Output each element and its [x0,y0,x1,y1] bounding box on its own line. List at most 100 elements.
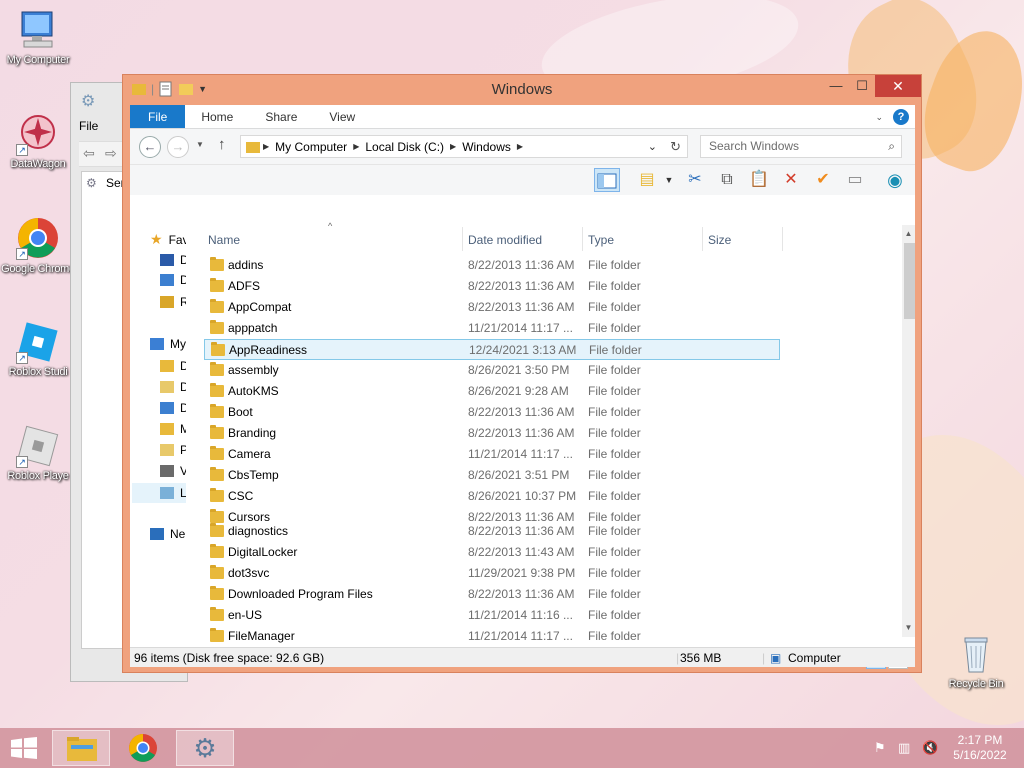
action-center-flag-icon[interactable]: ⚑ [874,740,886,756]
chevron-right-icon[interactable]: ▶ [448,142,458,151]
file-row[interactable]: ADFS 8/22/2013 11:36 AM File folder [204,276,780,297]
file-row[interactable]: assembly 8/26/2021 3:50 PM File folder [204,360,780,381]
delete-icon[interactable]: ✕ [778,168,804,192]
column-divider[interactable] [462,227,463,251]
nav-desktop[interactable]: D [160,253,186,267]
chevron-down-icon[interactable]: ▼ [656,168,682,192]
file-row[interactable]: CSC 8/26/2021 10:37 PM File folder [204,486,780,507]
nav-videos[interactable]: V [160,464,186,478]
start-button[interactable] [10,737,38,759]
nav-downloads[interactable]: D [160,273,186,287]
search-input[interactable]: Search Windows ⌕ [700,135,902,158]
up-arrow-icon[interactable]: ↑ [218,136,226,153]
nav-downloads-2[interactable]: D [160,401,186,415]
nav-my-computer[interactable]: My [150,337,186,351]
chevron-right-icon[interactable]: ▶ [351,142,361,151]
breadcrumb-windows[interactable]: Windows [458,140,515,154]
file-row[interactable]: addins 8/22/2013 11:36 AM File folder [204,255,780,276]
rename-icon[interactable]: ▭ [842,168,868,192]
title-bar[interactable]: | ▼ Windows — ☐ ✕ [123,75,921,105]
file-row[interactable]: dot3svc 11/29/2021 9:38 PM File folder [204,563,780,584]
desktop-icon-my-computer[interactable]: My Computer [0,8,76,66]
file-row[interactable]: apppatch 11/21/2014 11:17 ... File folder [204,318,780,339]
nav-documents[interactable]: D [160,380,186,394]
nav-favorites[interactable]: ★ Fav [150,231,186,248]
file-type: File folder [588,279,641,293]
column-header-type[interactable]: Type [588,233,614,247]
desktop-icon-recycle-bin[interactable]: Recycle Bin [938,632,1014,690]
recent-locations-icon[interactable]: ▼ [196,140,204,149]
file-row[interactable]: AppCompat 8/22/2013 11:36 AM File folder [204,297,780,318]
file-row[interactable]: AutoKMS 8/26/2021 9:28 AM File folder [204,381,780,402]
close-button[interactable]: ✕ [875,75,921,97]
tab-view[interactable]: View [313,105,371,128]
file-row[interactable]: Boot 8/22/2013 11:36 AM File folder [204,402,780,423]
help-icon[interactable]: ? [893,109,909,125]
taskbar-settings[interactable]: ⚙ [176,730,234,766]
nav-music[interactable]: M [160,422,186,436]
chevron-right-icon[interactable]: ▶ [515,142,525,151]
tab-home[interactable]: Home [185,105,249,128]
bg-file-menu[interactable]: File [79,119,98,133]
file-row[interactable]: FileManager 11/21/2014 11:17 ... File fold… [204,626,780,647]
file-row[interactable]: Downloaded Program Files 8/22/2013 11:36 … [204,584,780,605]
file-date: 8/22/2013 11:36 AM [468,279,575,293]
scroll-thumb[interactable] [904,243,915,319]
file-row[interactable]: Branding 8/22/2013 11:36 AM File folder [204,423,780,444]
file-name: DigitalLocker [228,545,298,559]
checkmark-icon[interactable]: ✔ [810,168,836,192]
file-row[interactable]: DigitalLocker 8/22/2013 11:43 AM File fold… [204,542,780,563]
volume-muted-icon[interactable]: 🔇 [922,740,938,756]
chevron-down-icon[interactable]: ⌄ [648,140,657,153]
column-divider[interactable] [702,227,703,251]
desktop-icon-datawagon[interactable]: ↗ DataWagon [0,112,76,170]
file-row[interactable]: en-US 11/21/2014 11:16 ... File folder [204,605,780,626]
file-row[interactable]: Camera 11/21/2014 11:17 ... File folder [204,444,780,465]
chevron-right-icon[interactable]: ▶ [261,142,271,151]
forward-button[interactable]: → [167,136,189,158]
cut-icon[interactable]: ✂ [682,168,708,192]
taskbar-file-explorer[interactable] [52,730,110,766]
explorer-window[interactable]: | ▼ Windows — ☐ ✕ File Home Share View ⌄… [122,74,922,673]
nav-pictures[interactable]: P [160,443,186,457]
scroll-up-arrow-icon[interactable]: ▲ [902,229,915,238]
desktop-icon-chrome[interactable]: ↗ Google Chrome [0,216,76,276]
column-header-size[interactable]: Size [708,233,731,247]
column-header-date[interactable]: Date modified [468,233,542,247]
nav-recent[interactable]: R [160,295,186,309]
vertical-scrollbar[interactable]: ▲ ▼ [902,225,915,637]
file-row[interactable]: AppReadiness 12/24/2021 3:13 AM File folde… [204,339,780,360]
folder-icon [210,404,224,418]
minimize-button[interactable]: — [823,75,849,97]
column-divider[interactable] [582,227,583,251]
file-row[interactable]: CbsTemp 8/26/2021 3:51 PM File folder [204,465,780,486]
file-row[interactable]: diagnostics 8/22/2013 11:36 AM File folder [204,521,780,542]
copy-icon[interactable]: ⧉ [714,168,740,192]
tab-file[interactable]: File [130,105,186,128]
back-arrow-icon[interactable]: ⇦ [83,145,95,162]
back-button[interactable]: ← [139,136,161,158]
forward-arrow-icon[interactable]: ⇨ [105,145,117,162]
desktop-icon-roblox-studio[interactable]: ↗ Roblox Studi [0,320,76,378]
refresh-icon[interactable]: ↻ [670,139,681,155]
globe-icon[interactable]: ◉ [882,168,908,192]
address-bar[interactable]: ▶ My Computer ▶ Local Disk (C:) ▶ Window… [240,135,688,158]
column-divider[interactable] [782,227,783,251]
paste-icon[interactable]: 📋 [746,168,772,192]
nav-local-disk[interactable]: L [132,483,186,503]
nav-folder[interactable]: D [160,359,186,373]
taskbar-chrome[interactable] [114,730,172,766]
scroll-down-arrow-icon[interactable]: ▼ [902,623,915,632]
tab-share[interactable]: Share [249,105,313,128]
breadcrumb-local-disk[interactable]: Local Disk (C:) [361,140,448,154]
chrome-icon: ↗ [16,216,60,260]
column-header-name[interactable]: Name [208,233,240,247]
taskbar-clock[interactable]: 2:17 PM 5/16/2022 [940,733,1020,763]
desktop-icon-roblox-player[interactable]: ↗ Roblox Playe [0,424,76,482]
nav-network[interactable]: Ne [150,527,185,541]
network-status-icon[interactable]: ▥ [898,740,910,756]
preview-pane-button[interactable] [594,168,620,192]
maximize-button[interactable]: ☐ [849,75,875,97]
expand-ribbon-icon[interactable]: ⌄ [875,112,883,123]
breadcrumb-my-computer[interactable]: My Computer [271,140,351,154]
